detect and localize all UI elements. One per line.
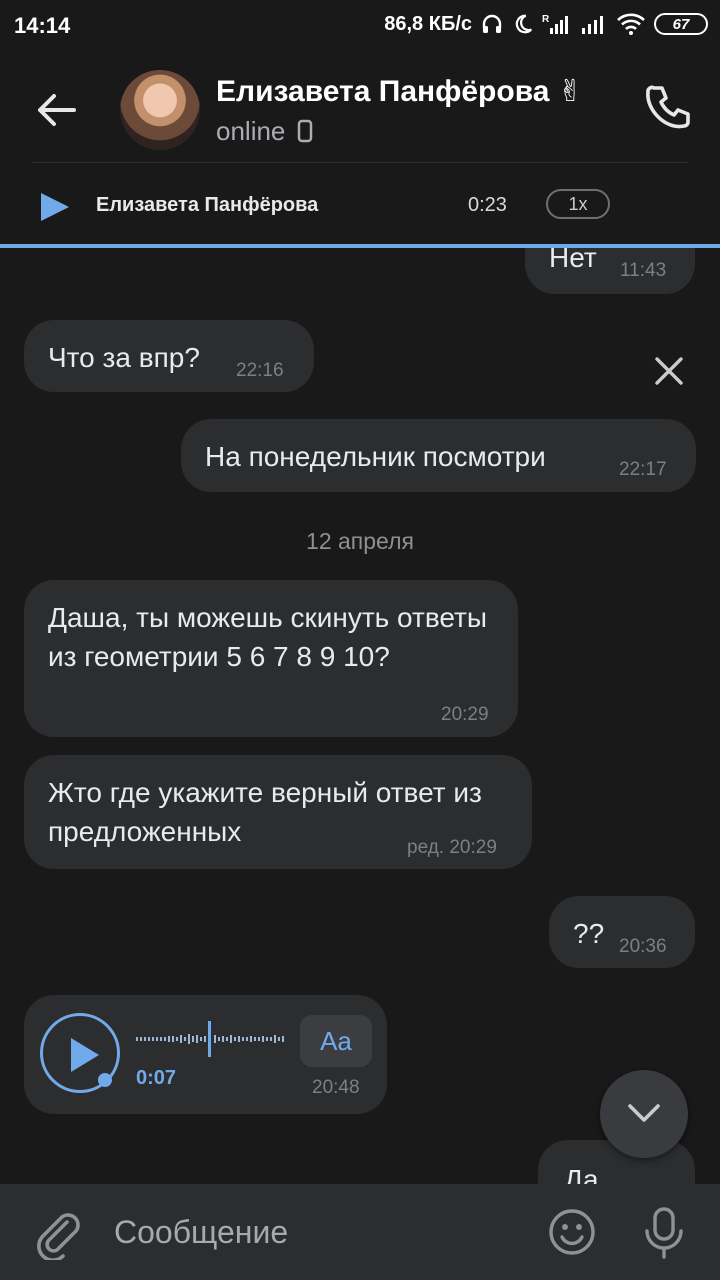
paperclip-icon[interactable] (34, 1208, 82, 1260)
audio-player-bar: Елизавета Панфёрова 0:23 1x (0, 164, 720, 385)
wifi-icon (617, 13, 645, 35)
unread-dot (98, 1073, 112, 1087)
avatar[interactable] (120, 70, 200, 150)
scroll-down-button[interactable] (600, 1070, 688, 1158)
status-time: 14:14 (14, 13, 71, 38)
message-time: 22:16 (236, 360, 284, 381)
message-text: ?? (573, 918, 605, 949)
play-icon (71, 1038, 99, 1072)
message-outgoing[interactable]: Нет 11:43 (525, 248, 695, 294)
message-time: ред. 20:29 (407, 837, 497, 858)
emoji-icon[interactable] (548, 1208, 596, 1256)
back-arrow-icon[interactable] (30, 88, 82, 132)
message-outgoing[interactable]: На понедельник посмотри 22:17 (181, 419, 696, 492)
signal-icon: R (542, 14, 568, 34)
close-icon[interactable] (652, 354, 686, 388)
signal-icon-2 (582, 16, 603, 34)
battery-icon: 67 (654, 13, 708, 35)
message-incoming[interactable]: Даша, ты можешь скинуть ответы из геомет… (24, 580, 518, 737)
message-text: Даша, ты можешь скинуть ответы из геомет… (48, 602, 487, 672)
message-text: На понедельник посмотри (205, 441, 546, 472)
svg-text:R: R (542, 14, 550, 25)
presence-text: online (216, 116, 286, 146)
message-time: 20:36 (619, 936, 667, 957)
network-speed: 86,8 КБ/с (384, 12, 472, 35)
message-text: Да (564, 1164, 599, 1184)
message-text: Что за впр? (48, 342, 200, 373)
date-separator: 12 апреля (306, 528, 414, 554)
chevron-down-icon (628, 1104, 660, 1122)
message-composer: Сообщение (0, 1184, 720, 1280)
header-divider (32, 162, 688, 163)
message-time: 22:17 (619, 459, 667, 480)
contact-name[interactable]: Елизавета Панфёрова ✌ (216, 74, 583, 109)
transcribe-button[interactable]: Aa (300, 1015, 372, 1067)
status-bar: 14:14 86,8 КБ/с R 67 (0, 0, 720, 52)
voice-message[interactable]: 0:07 Aa 20:48 (24, 995, 387, 1114)
message-incoming[interactable]: Что за впр? 22:16 (24, 320, 314, 392)
play-icon[interactable] (38, 190, 72, 224)
presence-status: online (216, 116, 313, 147)
message-time: 20:29 (441, 704, 489, 725)
message-outgoing[interactable]: ?? 20:36 (549, 896, 695, 968)
headphones-icon (482, 14, 502, 33)
phone-icon[interactable] (642, 82, 694, 134)
player-title[interactable]: Елизавета Панфёрова (96, 194, 318, 217)
message-incoming[interactable]: Жто где укажите верный ответ из предложе… (24, 755, 532, 869)
message-clip: Нет 11:43 (0, 248, 720, 308)
chat-header: Елизавета Панфёрова ✌ online (0, 52, 720, 164)
status-icons: 86,8 КБ/с R 67 (384, 12, 708, 36)
message-input[interactable]: Сообщение (114, 1214, 288, 1251)
moon-icon (515, 14, 533, 34)
microphone-icon[interactable] (642, 1206, 686, 1260)
waveform[interactable] (136, 1021, 286, 1057)
message-text: Нет (549, 248, 597, 273)
mobile-icon (297, 119, 312, 143)
playback-speed-button[interactable]: 1x (546, 189, 610, 219)
message-time: 20:48 (312, 1077, 360, 1098)
message-time: 11:43 (620, 260, 667, 281)
voice-duration: 0:07 (136, 1067, 177, 1089)
player-time: 0:23 (468, 194, 507, 216)
